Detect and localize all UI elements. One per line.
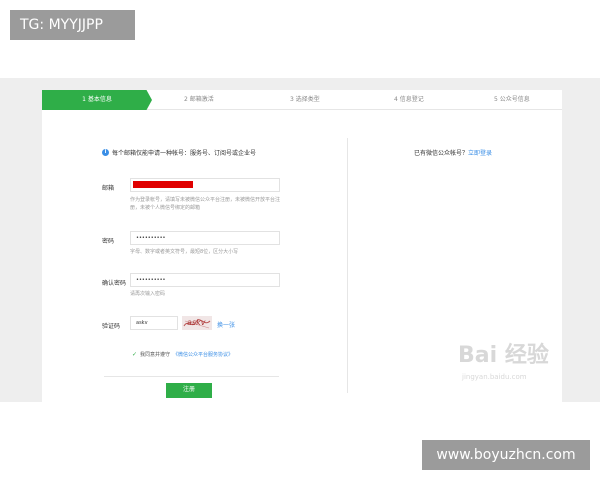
step-choose-type: 3 选择类型: [290, 96, 320, 103]
login-link[interactable]: 立即登录: [468, 150, 492, 157]
checkmark-icon[interactable]: ✓: [132, 351, 137, 358]
top-tag: TG: MYYJJPP: [10, 10, 135, 40]
login-prompt: 已有微信公众帐号？立即登录: [414, 148, 492, 157]
password-field[interactable]: ••••••••••: [130, 231, 280, 245]
redaction-bar: [133, 181, 193, 188]
notice-text: 每个邮箱仅能申请一种帐号：服务号、订阅号或企业号: [112, 150, 257, 157]
baidu-watermark: Bai 经验: [458, 343, 549, 368]
step-email-activation: 2 邮箱激活: [184, 96, 214, 103]
password-hint: 字母、数字或者英文符号，最短8位，区分大小写: [130, 249, 239, 255]
vertical-divider: [347, 138, 348, 393]
email-hint: 作为登录帐号，请填写未被微信公众平台注册，未被微信开放平台注册，未被个人微信号绑…: [130, 197, 281, 211]
register-button[interactable]: 注册: [166, 383, 212, 398]
step-progress-bar: 1 基本信息 2 邮箱激活 3 选择类型 4 信息登记 5 公众号信息: [42, 90, 562, 110]
captcha-input[interactable]: askv: [130, 316, 178, 330]
agreement-text: 我同意并遵守: [140, 352, 171, 358]
refresh-captcha-link[interactable]: 换一张: [217, 320, 235, 329]
agreement-row: ✓ 我同意并遵守 《微信公众平台服务协议》: [132, 351, 233, 358]
login-prompt-text: 已有微信公众帐号？: [414, 150, 469, 157]
password-label: 密码: [102, 238, 115, 245]
captcha-image-text: askv: [187, 318, 206, 327]
bottom-url-badge: www.boyuzhcn.com: [422, 440, 590, 470]
step-account-info: 5 公众号信息: [494, 96, 530, 103]
email-field[interactable]: [130, 178, 280, 192]
step-basic-info: 1 基本信息: [42, 90, 152, 110]
confirm-password-label: 确认密码: [102, 280, 127, 287]
captcha-image[interactable]: askv: [182, 316, 212, 330]
step-info-registration: 4 信息登记: [394, 96, 424, 103]
baidu-watermark-url: jingyan.baidu.com: [462, 373, 527, 381]
form-divider: [104, 376, 279, 377]
info-icon: i: [102, 149, 109, 156]
confirm-password-field[interactable]: ••••••••••: [130, 273, 280, 287]
agreement-link[interactable]: 《微信公众平台服务协议》: [173, 351, 233, 358]
captcha-label: 验证码: [102, 323, 121, 330]
email-label: 邮箱: [102, 185, 115, 192]
confirm-password-hint: 请再次输入密码: [130, 291, 166, 297]
notice-line: i 每个邮箱仅能申请一种帐号：服务号、订阅号或企业号: [102, 148, 256, 157]
